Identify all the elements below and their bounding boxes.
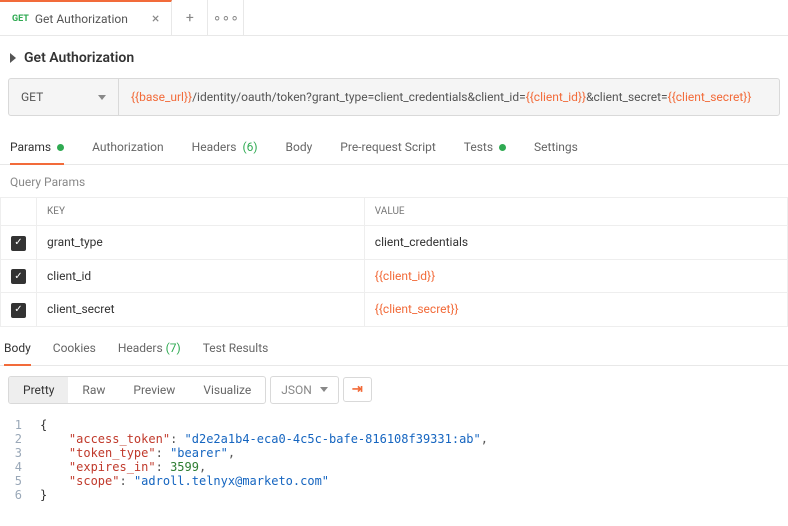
checkbox-column-header [1,198,37,226]
subtab-authorization[interactable]: Authorization [92,132,164,164]
http-method-value: GET [21,90,43,104]
param-key-cell[interactable]: client_id [37,259,365,293]
tab-title: Get Authorization [35,12,128,26]
url-input[interactable]: {{base_url}}/identity/oauth/token?grant_… [119,79,779,115]
json-line: 1{ [0,418,788,432]
url-bar: GET {{base_url}}/identity/oauth/token?gr… [8,78,780,116]
json-line: 4 "expires_in": 3599, [0,460,788,474]
table-row: grant_typeclient_credentials [1,226,788,260]
visualize-button[interactable]: Visualize [189,377,265,403]
format-select[interactable]: JSON [270,376,339,404]
code-content: } [40,488,47,502]
subtab-headers-label: Headers [192,140,237,154]
request-title-row: Get Authorization [0,36,788,78]
url-text: /identity/oauth/token?grant_type=client_… [192,90,526,104]
table-row: client_secret{{client_secret}} [1,293,788,327]
tab-get-authorization[interactable]: GET Get Authorization × [0,0,172,35]
json-line: 3 "token_type": "bearer", [0,446,788,460]
active-indicator-dot [57,144,64,151]
row-checkbox[interactable] [11,269,26,284]
subtab-settings[interactable]: Settings [534,132,578,164]
close-icon[interactable]: × [152,12,159,26]
http-method-select[interactable]: GET [9,79,119,115]
url-variable: {{client_secret}} [668,90,752,104]
subtab-body[interactable]: Body [286,132,313,164]
response-tab-body[interactable]: Body [4,341,31,365]
request-subtabs: Params Authorization Headers (6) Body Pr… [0,132,788,165]
line-number: 4 [0,460,40,474]
param-key-cell[interactable]: client_secret [37,293,365,327]
response-tabs: Body Cookies Headers (7) Test Results [0,327,788,366]
preview-button[interactable]: Preview [119,377,189,403]
url-variable: {{client_id}} [526,90,586,104]
key-column-header: KEY [37,198,365,226]
code-content: "scope": "adroll.telnyx@marketo.com" [40,474,329,488]
code-content: "token_type": "bearer", [40,446,235,460]
json-line: 5 "scope": "adroll.telnyx@marketo.com" [0,474,788,488]
code-content: "expires_in": 3599, [40,460,206,474]
subtab-headers-count: (6) [243,140,258,154]
line-number: 2 [0,432,40,446]
table-row: client_id{{client_id}} [1,259,788,293]
chevron-down-icon [98,95,106,100]
row-checkbox[interactable] [11,303,26,318]
url-text: &client_secret= [586,90,668,104]
chevron-down-icon [320,387,328,392]
raw-button[interactable]: Raw [68,377,119,403]
line-number: 6 [0,488,40,502]
response-tab-cookies[interactable]: Cookies [53,341,96,365]
json-line: 6} [0,488,788,502]
response-tab-headers-count: (7) [166,341,181,355]
pretty-button[interactable]: Pretty [9,377,68,403]
response-tab-headers-label: Headers [118,341,163,355]
param-value-cell[interactable]: {{client_secret}} [364,293,787,327]
subtab-tests-label: Tests [464,140,493,154]
subtab-prerequest[interactable]: Pre-request Script [340,132,435,164]
new-tab-button[interactable]: + [172,0,208,35]
param-value-cell[interactable]: client_credentials [364,226,787,260]
response-tab-headers[interactable]: Headers (7) [118,341,181,365]
subtab-params[interactable]: Params [10,132,64,164]
tab-bar: GET Get Authorization × + ∘∘∘ [0,0,788,36]
param-value-cell[interactable]: {{client_id}} [364,259,787,293]
subtab-params-label: Params [10,140,51,154]
request-title: Get Authorization [24,50,134,66]
value-column-header: VALUE [364,198,787,226]
json-line: 2 "access_token": "d2e2a1b4-eca0-4c5c-ba… [0,432,788,446]
response-tab-test-results[interactable]: Test Results [203,341,269,365]
url-variable: {{base_url}} [131,90,192,104]
response-toolbar: Pretty Raw Preview Visualize JSON ⇥ [0,366,788,414]
line-number: 1 [0,418,40,432]
query-params-label: Query Params [0,165,788,197]
line-number: 3 [0,446,40,460]
format-select-value: JSON [281,383,312,397]
line-number: 5 [0,474,40,488]
row-checkbox[interactable] [11,236,26,251]
query-params-table: KEY VALUE grant_typeclient_credentialscl… [0,197,788,327]
collapse-caret-icon[interactable] [10,53,16,63]
active-indicator-dot [499,144,506,151]
wrap-icon: ⇥ [352,383,363,396]
param-key-cell[interactable]: grant_type [37,226,365,260]
code-content: "access_token": "d2e2a1b4-eca0-4c5c-bafe… [40,432,488,446]
response-json-viewer: 1{2 "access_token": "d2e2a1b4-eca0-4c5c-… [0,414,788,512]
tab-method-badge: GET [12,14,29,24]
subtab-tests[interactable]: Tests [464,132,506,164]
tab-overflow-button[interactable]: ∘∘∘ [208,0,244,35]
wrap-lines-button[interactable]: ⇥ [343,377,372,402]
code-content: { [40,418,47,432]
subtab-headers[interactable]: Headers (6) [192,132,258,164]
view-mode-group: Pretty Raw Preview Visualize [8,376,266,404]
